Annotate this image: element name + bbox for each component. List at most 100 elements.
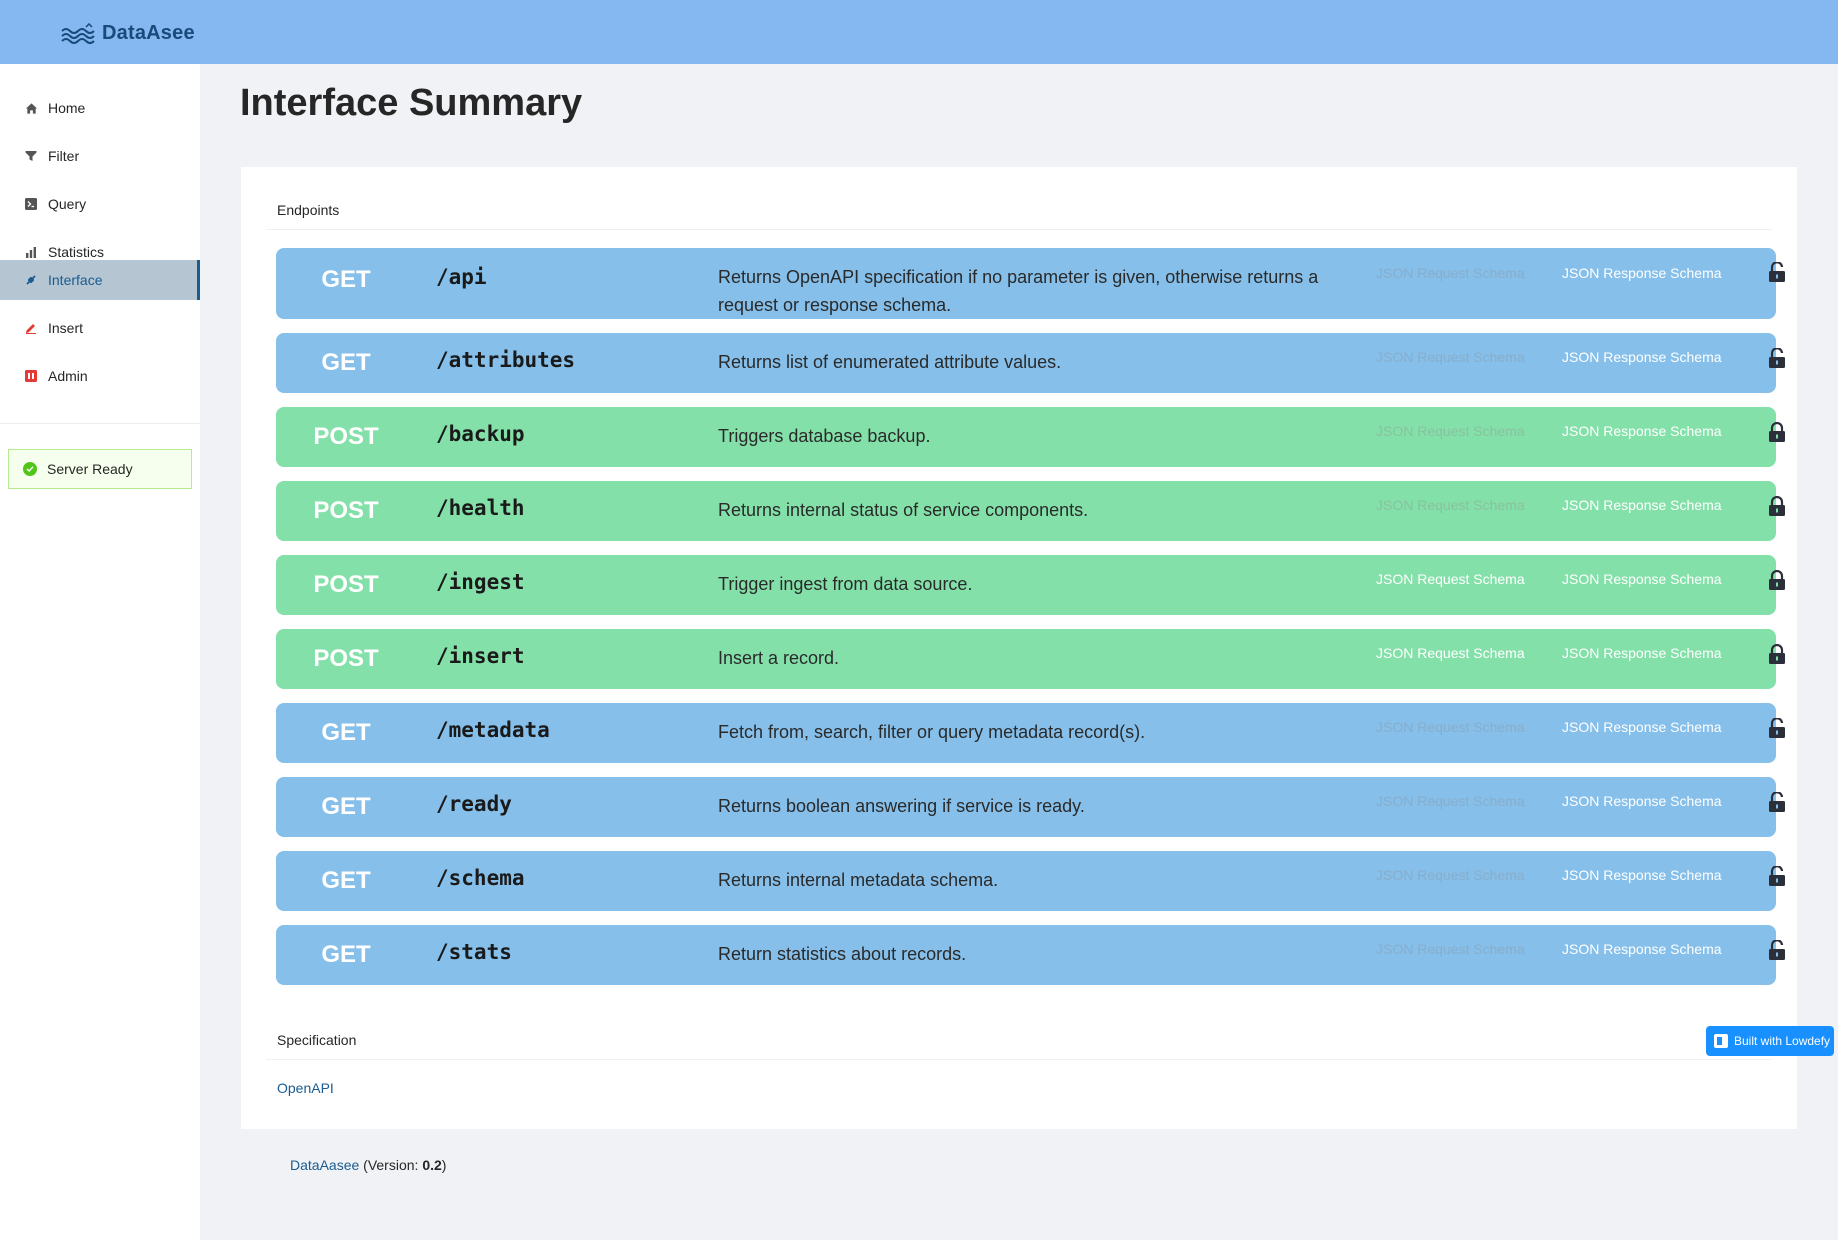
json-response-schema-link[interactable]: JSON Response Schema bbox=[1562, 645, 1722, 661]
endpoint-description: Triggers database backup. bbox=[718, 426, 931, 446]
api-icon bbox=[24, 273, 38, 287]
unlock-icon bbox=[1768, 261, 1786, 288]
home-icon bbox=[24, 101, 38, 115]
lock-icon bbox=[1768, 421, 1786, 448]
waves-icon bbox=[61, 22, 95, 44]
endpoint-path: /metadata bbox=[436, 718, 550, 742]
http-method-label: POST bbox=[313, 497, 379, 524]
openapi-link[interactable]: OpenAPI bbox=[277, 1080, 334, 1096]
sidebar-item-filter[interactable]: Filter bbox=[0, 136, 200, 176]
lock-icon bbox=[1768, 569, 1786, 596]
endpoint-description: Returns OpenAPI specification if no para… bbox=[718, 267, 1319, 315]
endpoint-row: POST/ingest Trigger ingest from data sour… bbox=[276, 555, 1785, 615]
specification-heading: Specification bbox=[277, 1032, 357, 1048]
endpoint-row: GET/stats Return statistics about records… bbox=[276, 925, 1785, 985]
endpoint-description: Returns list of enumerated attribute val… bbox=[718, 352, 1062, 372]
unlock-icon bbox=[1768, 791, 1786, 818]
json-response-schema-link[interactable]: JSON Response Schema bbox=[1562, 265, 1722, 281]
endpoint-description: Return statistics about records. bbox=[718, 944, 967, 964]
endpoint-path: /ready bbox=[436, 792, 512, 816]
http-method-label: GET bbox=[321, 941, 371, 968]
sidebar-item-insert[interactable]: Insert bbox=[0, 308, 200, 348]
endpoint-description: Returns internal status of service compo… bbox=[718, 500, 1089, 520]
json-response-schema-link[interactable]: JSON Response Schema bbox=[1562, 793, 1722, 809]
json-response-schema-link[interactable]: JSON Response Schema bbox=[1562, 867, 1722, 883]
sidebar-item-label: Interface bbox=[48, 272, 103, 288]
app-name: DataAsee bbox=[102, 22, 195, 44]
json-response-schema-link[interactable]: JSON Response Schema bbox=[1562, 571, 1722, 587]
admin-icon bbox=[24, 369, 38, 383]
json-response-schema-link[interactable]: JSON Response Schema bbox=[1562, 349, 1722, 365]
endpoint-row: POST/insert Insert a record. JSON Request … bbox=[276, 629, 1785, 689]
lock-icon bbox=[1768, 643, 1786, 670]
endpoint-description: Returns boolean answering if service is … bbox=[718, 796, 1085, 816]
endpoint-row: GET/schema Returns internal metadata sche… bbox=[276, 851, 1785, 911]
top-header: DataAsee bbox=[0, 0, 1838, 64]
endpoint-path: /stats bbox=[436, 940, 512, 964]
json-request-schema-link[interactable]: JSON Request Schema bbox=[1376, 645, 1525, 661]
json-request-schema-link: JSON Request Schema bbox=[1376, 423, 1525, 439]
json-response-schema-link[interactable]: JSON Response Schema bbox=[1562, 423, 1722, 439]
http-method-label: GET bbox=[321, 266, 371, 293]
endpoint-row: GET/attributes Returns list of enumerated… bbox=[276, 333, 1785, 393]
json-response-schema-link[interactable]: JSON Response Schema bbox=[1562, 719, 1722, 735]
sidebar-item-label: Statistics bbox=[48, 244, 105, 260]
sidebar-item-admin[interactable]: Admin bbox=[0, 356, 200, 396]
footer: DataAasee (Version: 0.2) bbox=[290, 1157, 446, 1173]
footer-version-suffix: ) bbox=[441, 1157, 447, 1173]
sidebar-item-home[interactable]: Home bbox=[0, 88, 200, 128]
endpoint-path: /schema bbox=[436, 866, 525, 890]
endpoint-description: Trigger ingest from data source. bbox=[718, 574, 973, 594]
endpoint-row: POST/backup Triggers database backup. JSON… bbox=[276, 407, 1785, 467]
unlock-icon bbox=[1768, 717, 1786, 744]
check-circle-icon bbox=[23, 462, 37, 476]
sidebar-item-query[interactable]: Query bbox=[0, 184, 200, 224]
footer-brand-link[interactable]: DataAasee bbox=[290, 1157, 359, 1173]
http-method-label: POST bbox=[313, 423, 379, 450]
json-response-schema-link[interactable]: JSON Response Schema bbox=[1562, 941, 1722, 957]
endpoint-row: GET/ready Returns boolean answering if se… bbox=[276, 777, 1785, 837]
endpoint-path: /backup bbox=[436, 422, 525, 446]
terminal-icon bbox=[24, 197, 38, 211]
endpoint-description: Fetch from, search, filter or query meta… bbox=[718, 722, 1146, 742]
json-request-schema-link: JSON Request Schema bbox=[1376, 265, 1525, 281]
http-method-label: GET bbox=[321, 793, 371, 820]
sidebar-item-interface[interactable]: Interface bbox=[0, 260, 200, 300]
json-response-schema-link[interactable]: JSON Response Schema bbox=[1562, 497, 1722, 513]
sidebar-item-label: Insert bbox=[48, 320, 84, 336]
app-logo[interactable]: DataAsee bbox=[60, 22, 195, 45]
http-method-label: POST bbox=[313, 571, 379, 598]
lowdefy-logo-icon bbox=[1714, 1034, 1728, 1048]
json-request-schema-link: JSON Request Schema bbox=[1376, 349, 1525, 365]
sidebar-item-label: Home bbox=[48, 100, 86, 116]
endpoints-heading: Endpoints bbox=[277, 202, 340, 218]
json-request-schema-link: JSON Request Schema bbox=[1376, 497, 1525, 513]
sidebar-item-label: Query bbox=[48, 196, 87, 212]
lock-icon bbox=[1768, 495, 1786, 522]
footer-version-prefix: (Version: bbox=[359, 1157, 423, 1173]
endpoint-description: Returns internal metadata schema. bbox=[718, 870, 999, 890]
endpoint-path: /health bbox=[436, 496, 525, 520]
http-method-label: GET bbox=[321, 719, 371, 746]
built-with-lowdefy-badge[interactable]: Built with Lowdefy bbox=[1706, 1026, 1834, 1056]
endpoint-path: /attributes bbox=[436, 348, 576, 372]
http-method-label: GET bbox=[321, 867, 371, 894]
endpoint-row: GET/api Returns OpenAPI specification if … bbox=[276, 248, 1785, 319]
json-request-schema-link[interactable]: JSON Request Schema bbox=[1376, 571, 1525, 587]
endpoint-row: GET/metadata Fetch from, search, filter o… bbox=[276, 703, 1785, 763]
divider bbox=[266, 229, 1772, 230]
filter-icon bbox=[24, 149, 38, 163]
unlock-icon bbox=[1768, 939, 1786, 966]
page-title: Interface Summary bbox=[240, 82, 583, 124]
footer-version: 0.2 bbox=[422, 1157, 442, 1173]
endpoint-path: /ingest bbox=[436, 570, 525, 594]
endpoint-path: /insert bbox=[436, 644, 525, 668]
http-method-label: GET bbox=[321, 349, 371, 376]
endpoint-description: Insert a record. bbox=[718, 648, 840, 668]
edit-icon bbox=[24, 321, 38, 335]
sidebar-item-label: Filter bbox=[48, 148, 80, 164]
server-status: Server Ready bbox=[8, 449, 192, 489]
unlock-icon bbox=[1768, 865, 1786, 892]
sidebar-divider bbox=[0, 423, 200, 424]
unlock-icon bbox=[1768, 347, 1786, 374]
